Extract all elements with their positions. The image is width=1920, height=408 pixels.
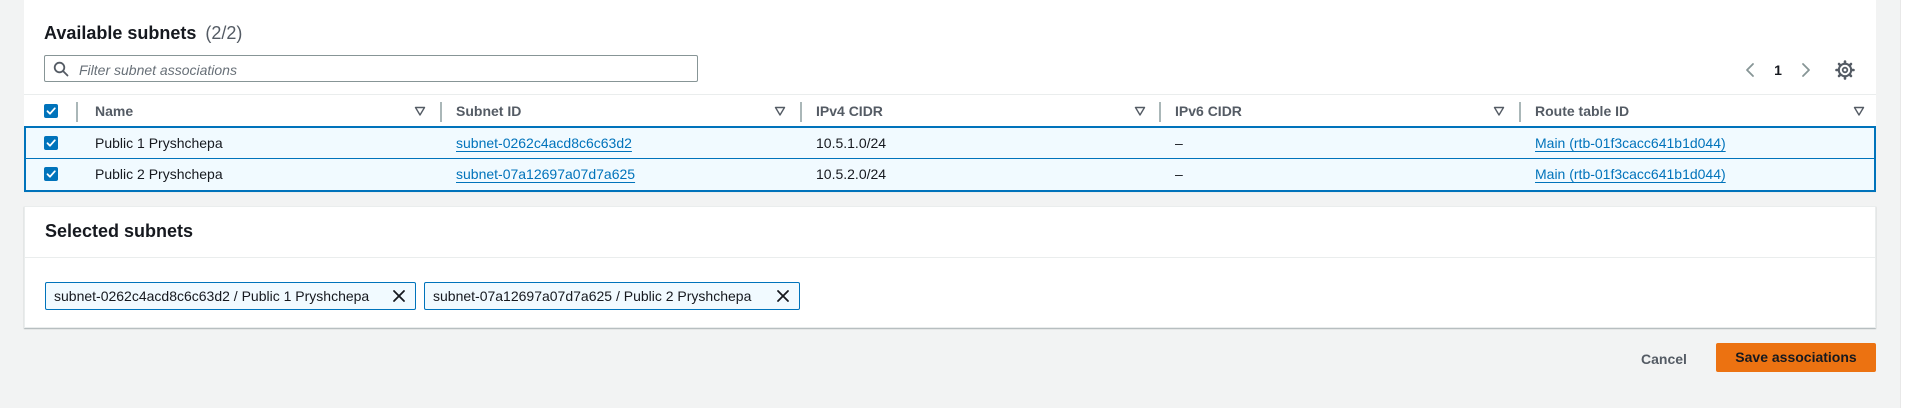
previous-page-button[interactable] <box>1740 58 1760 82</box>
column-divider[interactable] <box>1159 102 1161 122</box>
row-route-table-link[interactable]: Main (rtb-01f3cacc641b1d044) <box>1535 128 1726 159</box>
close-icon[interactable] <box>776 289 790 303</box>
available-subnets-title: Available subnets (2/2) <box>44 23 242 44</box>
available-subnets-count: (2/2) <box>205 23 243 43</box>
selected-subnets-header: Selected subnets <box>25 207 1875 258</box>
column-header-subnet-id[interactable]: Subnet ID <box>456 95 521 127</box>
table-row[interactable]: Public 2 Pryshchepa subnet-07a12697a07d7… <box>24 159 1876 192</box>
token-label: subnet-0262c4acd8c6c63d2 / Public 1 Prys… <box>54 288 370 304</box>
row-ipv4-cidr: 10.5.2.0/24 <box>816 166 887 182</box>
row-name: Public 1 Pryshchepa <box>95 135 223 151</box>
row-subnet-id-link[interactable]: subnet-07a12697a07d7a625 <box>456 159 635 190</box>
save-associations-button[interactable]: Save associations <box>1716 343 1876 372</box>
select-all-checkbox[interactable] <box>44 104 58 118</box>
row-subnet-id-link[interactable]: subnet-0262c4acd8c6c63d2 <box>456 128 632 159</box>
checkbox-checked-icon <box>46 170 56 178</box>
column-divider[interactable] <box>440 102 442 122</box>
row-name: Public 2 Pryshchepa <box>95 166 223 182</box>
sort-down-icon[interactable] <box>774 105 786 117</box>
checkbox-checked-icon <box>46 139 56 147</box>
filter-subnets-input[interactable] <box>77 58 681 81</box>
row-route-table-link[interactable]: Main (rtb-01f3cacc641b1d044) <box>1535 159 1726 190</box>
gear-icon <box>1835 60 1855 80</box>
selected-subnet-token: subnet-07a12697a07d7a625 / Public 2 Prys… <box>424 282 800 310</box>
selected-subnets-title: Selected subnets <box>45 221 194 241</box>
selected-subnets-panel: Selected subnets subnet-0262c4acd8c6c63d… <box>24 206 1876 328</box>
page-scrollbar[interactable] <box>1900 0 1920 408</box>
chevron-left-icon <box>1746 63 1754 77</box>
cancel-button[interactable]: Cancel <box>1628 343 1700 375</box>
row-ipv6-cidr: – <box>1175 166 1183 182</box>
row-ipv4-cidr: 10.5.1.0/24 <box>816 135 887 151</box>
close-icon[interactable] <box>392 289 406 303</box>
table-row[interactable]: Public 1 Pryshchepa subnet-0262c4acd8c6c… <box>24 126 1876 159</box>
column-divider[interactable] <box>1519 102 1521 122</box>
current-page-number[interactable]: 1 <box>1768 58 1788 82</box>
selected-subnet-token: subnet-0262c4acd8c6c63d2 / Public 1 Prys… <box>45 282 416 310</box>
column-header-ipv6-cidr[interactable]: IPv6 CIDR <box>1175 95 1242 127</box>
table-header: Name Subnet ID IPv4 CIDR IPv6 CIDR Route… <box>24 94 1876 128</box>
sort-down-icon[interactable] <box>414 105 426 117</box>
search-icon <box>53 61 69 77</box>
row-checkbox[interactable] <box>44 136 58 150</box>
token-label: subnet-07a12697a07d7a625 / Public 2 Prys… <box>433 288 752 304</box>
row-checkbox[interactable] <box>44 167 58 181</box>
column-divider <box>76 102 78 122</box>
chevron-right-icon <box>1802 63 1810 77</box>
sort-down-icon[interactable] <box>1493 105 1505 117</box>
available-subnets-title-text: Available subnets <box>44 23 197 43</box>
checkbox-checked-icon <box>46 107 56 115</box>
filter-subnets-input-wrapper[interactable] <box>44 55 698 82</box>
sort-down-icon[interactable] <box>1134 105 1146 117</box>
table-preferences-button[interactable] <box>1833 58 1857 82</box>
column-header-name[interactable]: Name <box>95 95 133 127</box>
column-divider[interactable] <box>800 102 802 122</box>
column-header-ipv4-cidr[interactable]: IPv4 CIDR <box>816 95 883 127</box>
sort-down-icon[interactable] <box>1853 105 1865 117</box>
column-header-route-table-id[interactable]: Route table ID <box>1535 95 1629 127</box>
next-page-button[interactable] <box>1796 58 1816 82</box>
row-ipv6-cidr: – <box>1175 135 1183 151</box>
